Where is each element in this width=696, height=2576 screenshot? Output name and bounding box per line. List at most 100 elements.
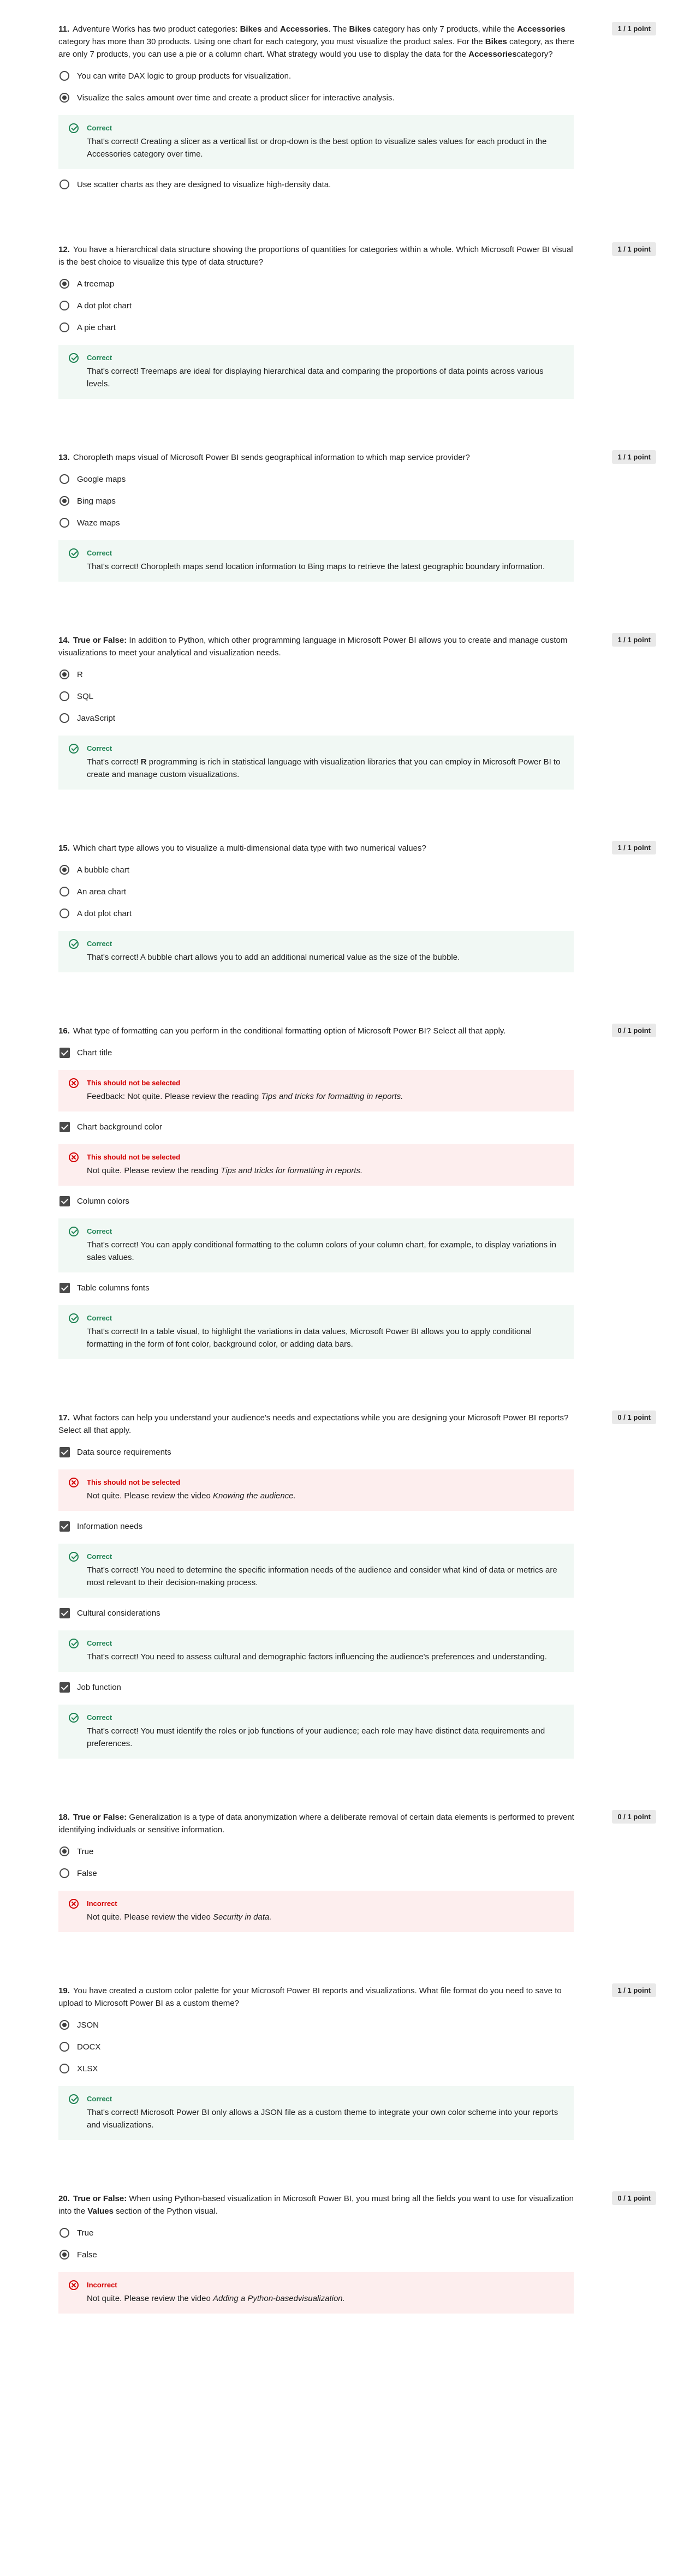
radio-option[interactable]: A dot plot chart [58, 908, 656, 920]
feedback-incorrect: This should not be selected Not quite. Pl… [58, 1469, 574, 1511]
question-text: 19. You have created a custom color palet… [58, 1985, 577, 2010]
radio-selected-icon[interactable] [60, 279, 69, 289]
feedback-title: Correct [87, 1639, 112, 1647]
checkbox-checked-icon[interactable] [60, 1048, 70, 1058]
option-label: A dot plot chart [77, 909, 132, 918]
feedback-title: This should not be selected [87, 1153, 181, 1161]
question-block: 0 / 1 point 16. What type of formatting ca… [58, 1024, 656, 1359]
checkbox-checked-icon[interactable] [60, 1122, 70, 1132]
radio-option[interactable]: XLSX [58, 2063, 656, 2075]
feedback-correct: Correct That's correct! In a table visual… [58, 1305, 574, 1359]
radio-option[interactable]: A pie chart [58, 322, 656, 334]
option-label: Use scatter charts as they are designed … [77, 180, 331, 189]
checkbox-option[interactable]: Table columns fonts [58, 1282, 656, 1294]
checkbox-option[interactable]: Job function [58, 1682, 656, 1694]
radio-option[interactable]: False [58, 2249, 656, 2261]
question-prompt: What factors can help you understand you… [58, 1413, 569, 1435]
radio-unselected-icon[interactable] [60, 180, 69, 189]
checkbox-option[interactable]: Cultural considerations [58, 1607, 656, 1619]
radio-selected-icon[interactable] [60, 93, 69, 103]
radio-unselected-icon[interactable] [60, 518, 69, 528]
radio-option[interactable]: A treemap [58, 278, 656, 290]
radio-selected-icon[interactable] [60, 496, 69, 506]
question-prompt: Which chart type allows you to visualize… [73, 844, 426, 853]
feedback-incorrect: Incorrect Not quite. Please review the vi… [58, 2272, 574, 2314]
radio-option[interactable]: False [58, 1868, 656, 1880]
radio-unselected-icon[interactable] [60, 2042, 69, 2052]
question-prompt: True or False: Generalization is a type … [58, 1813, 574, 1834]
radio-unselected-icon[interactable] [60, 909, 69, 918]
checkbox-checked-icon[interactable] [60, 1521, 70, 1532]
checkbox-option[interactable]: Data source requirements [58, 1447, 656, 1459]
checkbox-option[interactable]: Chart title [58, 1047, 656, 1059]
option-label: Bing maps [77, 497, 116, 506]
radio-option[interactable]: An area chart [58, 886, 656, 898]
feedback-correct: Correct That's correct! Choropleth maps s… [58, 540, 574, 582]
radio-option[interactable]: R [58, 669, 656, 681]
check-circle-icon [69, 1227, 79, 1236]
checkbox-option[interactable]: Column colors [58, 1196, 656, 1208]
radio-unselected-icon[interactable] [60, 2228, 69, 2238]
radio-option[interactable]: True [58, 2227, 656, 2239]
option-label: Cultural considerations [77, 1609, 160, 1618]
feedback-correct: Correct That's correct! Creating a slicer… [58, 115, 574, 169]
feedback-correct: Correct That's correct! Microsoft Power B… [58, 2086, 574, 2140]
option-label: SQL [77, 692, 94, 701]
radio-option[interactable]: A bubble chart [58, 864, 656, 876]
question-block: 0 / 1 point 20. True or False: When using … [58, 2191, 656, 2314]
question-prompt: True or False: In addition to Python, wh… [58, 636, 568, 658]
checkbox-checked-icon[interactable] [60, 1196, 70, 1206]
radio-unselected-icon[interactable] [60, 474, 69, 484]
feedback-title: Correct [87, 354, 112, 362]
radio-unselected-icon[interactable] [60, 1868, 69, 1878]
option-label: A dot plot chart [77, 301, 132, 310]
radio-unselected-icon[interactable] [60, 71, 69, 81]
question-text: 20. True or False: When using Python-base… [58, 2192, 577, 2218]
radio-option[interactable]: SQL [58, 691, 656, 703]
question-block: 1 / 1 point 13. Choropleth maps visual of … [58, 450, 656, 582]
question-number: 18. [58, 1813, 70, 1822]
feedback-correct: Correct That's correct! You must identify… [58, 1705, 574, 1759]
radio-option[interactable]: You can write DAX logic to group product… [58, 70, 656, 82]
radio-option[interactable]: Bing maps [58, 495, 656, 507]
option-label: A pie chart [77, 323, 116, 332]
checkbox-checked-icon[interactable] [60, 1608, 70, 1618]
feedback-title: Incorrect [87, 2281, 117, 2289]
checkbox-checked-icon[interactable] [60, 1283, 70, 1293]
radio-selected-icon[interactable] [60, 2250, 69, 2260]
checkbox-checked-icon[interactable] [60, 1447, 70, 1457]
radio-option[interactable]: DOCX [58, 2041, 656, 2053]
radio-unselected-icon[interactable] [60, 2064, 69, 2073]
radio-option[interactable]: Visualize the sales amount over time and… [58, 92, 656, 104]
checkbox-option[interactable]: Information needs [58, 1521, 656, 1533]
radio-unselected-icon[interactable] [60, 691, 69, 701]
feedback-text: That's correct! Microsoft Power BI only … [87, 2108, 558, 2130]
points-badge: 0 / 1 point [612, 1410, 656, 1424]
radio-option[interactable]: JavaScript [58, 713, 656, 725]
feedback-title: Correct [87, 2095, 112, 2103]
radio-unselected-icon[interactable] [60, 713, 69, 723]
question-block: 1 / 1 point 11. Adventure Works has two pr… [58, 22, 656, 191]
radio-selected-icon[interactable] [60, 2020, 69, 2030]
checkbox-option[interactable]: Chart background color [58, 1121, 656, 1133]
radio-selected-icon[interactable] [60, 1846, 69, 1856]
checkbox-checked-icon[interactable] [60, 1682, 70, 1693]
radio-option[interactable]: JSON [58, 2019, 656, 2031]
radio-selected-icon[interactable] [60, 670, 69, 679]
feedback-correct: Correct That's correct! R programming is … [58, 736, 574, 790]
radio-option[interactable]: Google maps [58, 474, 656, 486]
feedback-text: That's correct! Treemaps are ideal for d… [87, 367, 544, 389]
radio-unselected-icon[interactable] [60, 887, 69, 896]
radio-option[interactable]: A dot plot chart [58, 300, 656, 312]
feedback-title: Incorrect [87, 1899, 117, 1908]
option-label: A bubble chart [77, 865, 129, 875]
radio-selected-icon[interactable] [60, 865, 69, 875]
option-label: Google maps [77, 475, 126, 484]
radio-option[interactable]: True [58, 1846, 656, 1858]
x-circle-icon [69, 1478, 79, 1487]
radio-option[interactable]: Use scatter charts as they are designed … [58, 179, 656, 191]
radio-option[interactable]: Waze maps [58, 517, 656, 529]
radio-unselected-icon[interactable] [60, 301, 69, 310]
radio-unselected-icon[interactable] [60, 322, 69, 332]
question-number: 17. [58, 1413, 70, 1423]
